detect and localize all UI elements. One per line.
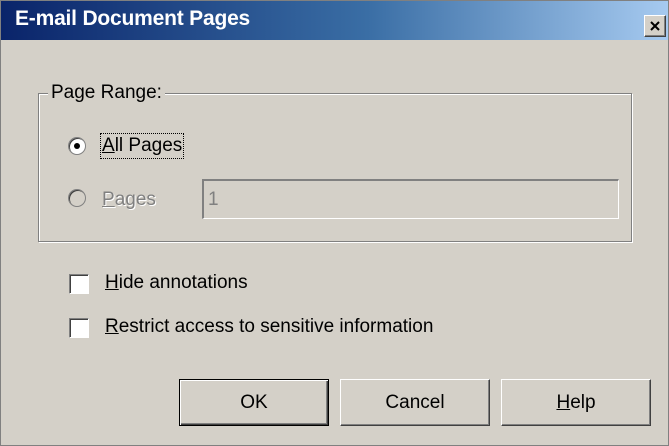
email-document-pages-dialog: E-mail Document Pages Page Range: All Pa… — [0, 0, 669, 446]
window-title: E-mail Document Pages — [15, 7, 251, 30]
hide-annotations-label[interactable]: Hide annotations — [105, 272, 248, 294]
page-range-legend: Page Range: — [48, 82, 165, 104]
title-bar[interactable]: E-mail Document Pages — [1, 1, 668, 40]
ok-button[interactable]: OK — [179, 379, 329, 426]
hide-annotations-checkbox[interactable] — [69, 274, 89, 294]
pages-radio[interactable] — [68, 189, 86, 207]
close-icon — [650, 21, 660, 31]
restrict-access-label[interactable]: Restrict access to sensitive information — [105, 316, 433, 338]
all-pages-label[interactable]: All Pages — [99, 133, 185, 159]
restrict-access-checkbox[interactable] — [69, 318, 89, 338]
close-button[interactable] — [644, 15, 666, 37]
help-button[interactable]: Help — [501, 379, 651, 426]
all-pages-radio[interactable] — [68, 137, 86, 155]
page-range-group — [38, 93, 632, 242]
radio-selected-dot — [74, 143, 80, 149]
pages-range-input[interactable] — [202, 179, 619, 219]
cancel-button[interactable]: Cancel — [340, 379, 490, 426]
pages-label[interactable]: Pages — [102, 189, 156, 211]
